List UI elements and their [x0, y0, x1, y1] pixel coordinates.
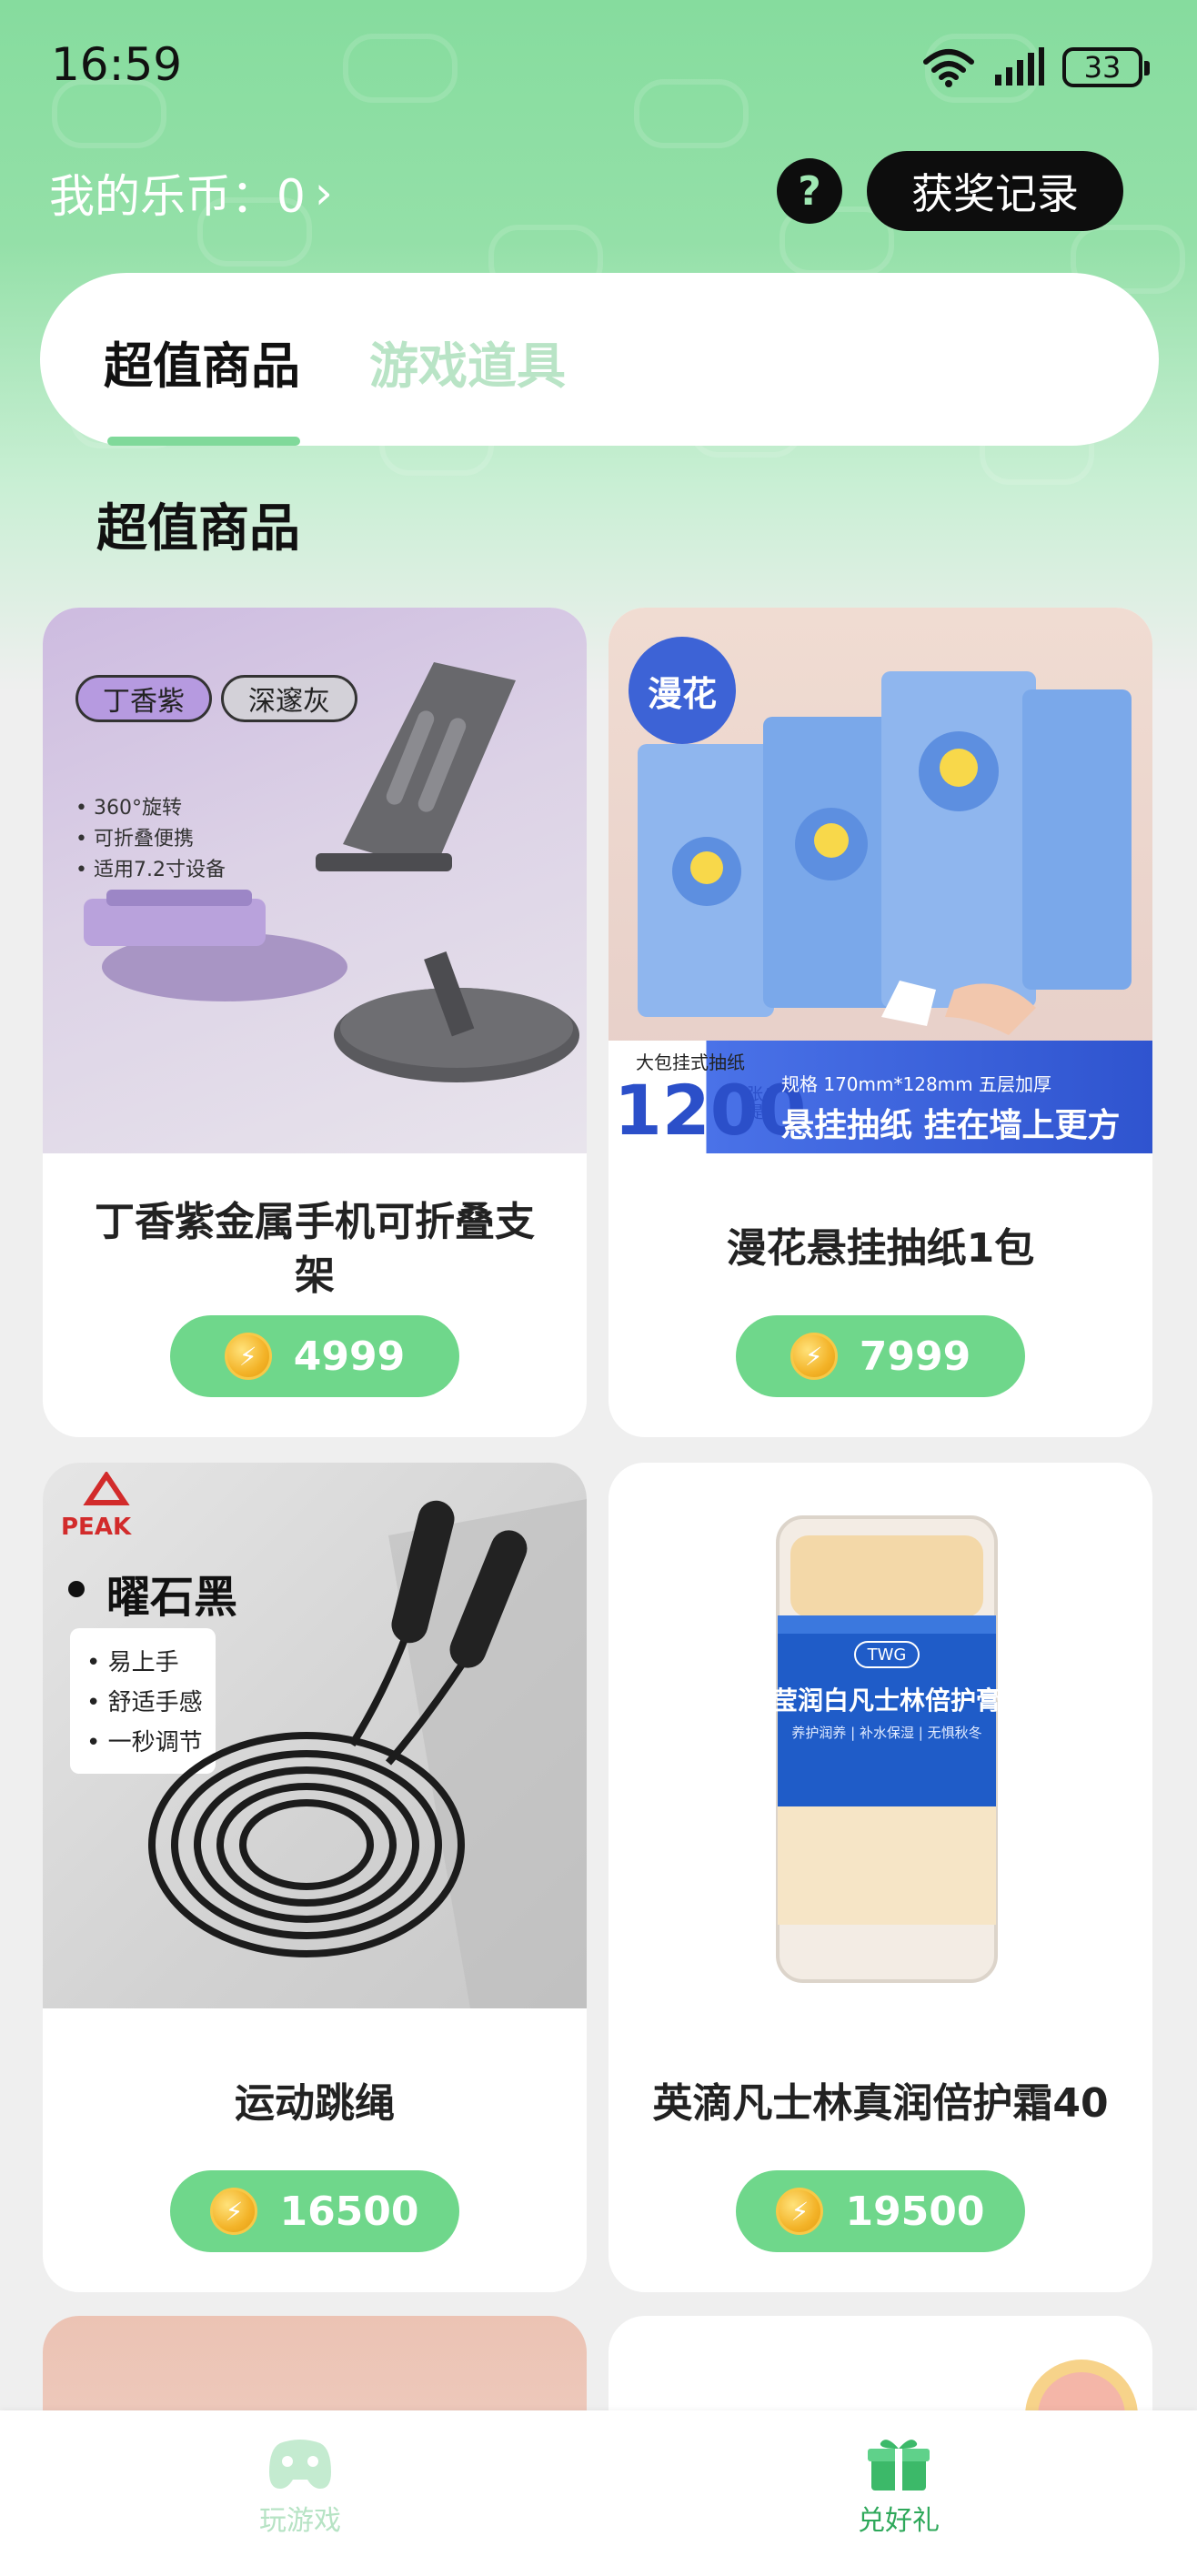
exchange-price-button[interactable]: ⚡ 7999	[736, 1315, 1025, 1397]
price-value: 19500	[845, 2188, 985, 2235]
phone-stand-illustration	[84, 662, 579, 1082]
spec-label: 规格 170mm*128mm 五层加厚	[781, 1073, 1051, 1095]
sheet-count: 1200	[614, 1070, 807, 1151]
sheet-unit: 张/提	[747, 1085, 770, 1122]
wifi-icon	[923, 49, 974, 87]
bottom-navigation: 玩游戏 兑好礼	[0, 2410, 1197, 2576]
tab-bar: 超值商品 游戏道具	[40, 273, 1159, 446]
exchange-price-button[interactable]: ⚡ 16500	[170, 2170, 459, 2252]
coin-balance-label: 我的乐币：0	[49, 170, 306, 223]
tab-game-items[interactable]: 游戏道具	[369, 326, 566, 397]
prize-record-button[interactable]: 获奖记录	[867, 151, 1123, 231]
battery-icon: 33	[1062, 47, 1150, 87]
product-name: 漫花悬挂抽纸1包	[726, 1225, 1035, 1273]
jump-rope-illustration	[148, 1499, 587, 2008]
price-value: 7999	[859, 1333, 971, 1380]
price-value: 4999	[293, 1333, 406, 1380]
active-tab-indicator	[107, 437, 300, 446]
exchange-price-button[interactable]: ⚡ 4999	[170, 1315, 459, 1397]
product-name: 英滴凡士林真润倍护霜40	[652, 2080, 1109, 2128]
nav-play-games[interactable]: 玩游戏	[164, 2436, 437, 2538]
gift-icon	[868, 2440, 930, 2490]
brand-logo: 漫花	[629, 637, 736, 744]
product-card[interactable]: TWG 莹润白凡士林倍护膏 养护润养 | 补水保湿 | 无惧秋冬 英滴凡士林真润…	[609, 1463, 1152, 2292]
help-button[interactable]: ?	[777, 158, 842, 224]
brand-badge: TWG	[854, 1641, 920, 1668]
price-value: 16500	[279, 2188, 419, 2235]
product-sublabel: 养护润养 | 补水保湿 | 无惧秋冬	[791, 1725, 982, 1741]
product-name: 运动跳绳	[235, 2080, 395, 2128]
product-card[interactable]: 漫花 大包挂式抽纸 1200 张/提 规格 170mm*128mm 五层加厚 悬…	[609, 608, 1152, 1437]
product-image: 漫花 大包挂式抽纸 1200 张/提 规格 170mm*128mm 五层加厚 悬…	[609, 608, 1152, 1153]
slogan: 悬挂抽纸 挂在墙上更方便	[781, 1107, 1121, 1144]
chevron-right-icon: ›	[314, 166, 333, 219]
product-image: TWG 莹润白凡士林倍护膏 养护润养 | 补水保湿 | 无惧秋冬	[609, 1463, 1152, 2008]
product-image: PEAK 曜石黑 • 易上手 • 舒适手感 • 一秒调节	[43, 1463, 587, 2008]
nav-redeem-gifts[interactable]: 兑好礼	[762, 2436, 1035, 2538]
nav-label: 兑好礼	[858, 2505, 940, 2537]
product-name: 丁香紫金属手机可折叠支架	[95, 1198, 535, 1299]
exchange-price-button[interactable]: ⚡ 19500	[736, 2170, 1025, 2252]
status-bar: 16:59 33	[0, 0, 1197, 136]
coin-icon: ⚡	[790, 1333, 838, 1380]
section-title: 超值商品	[96, 499, 300, 558]
coin-icon: ⚡	[224, 1333, 272, 1380]
status-icons: 33	[922, 47, 1150, 87]
product-label: 莹润白凡士林倍护膏	[772, 1685, 1002, 1716]
coin-balance-link[interactable]: 我的乐币：0 ›	[49, 160, 333, 226]
tab-value-goods[interactable]: 超值商品	[104, 326, 300, 397]
nav-label: 玩游戏	[259, 2505, 341, 2537]
product-card[interactable]: PEAK 曜石黑 • 易上手 • 舒适手感 • 一秒调节 运动跳绳 ⚡ 1650…	[43, 1463, 587, 2292]
gamepad-icon	[269, 2440, 331, 2489]
product-card[interactable]: 丁香紫 深邃灰 • 360°旋转 • 可折叠便携 • 适用7.2寸设备 丁香紫金…	[43, 608, 587, 1437]
coin-icon: ⚡	[776, 2188, 824, 2235]
coin-icon: ⚡	[210, 2188, 258, 2235]
status-time: 16:59	[51, 38, 183, 91]
signal-icon	[995, 47, 1044, 86]
product-image: 丁香紫 深邃灰 • 360°旋转 • 可折叠便携 • 适用7.2寸设备	[43, 608, 587, 1153]
